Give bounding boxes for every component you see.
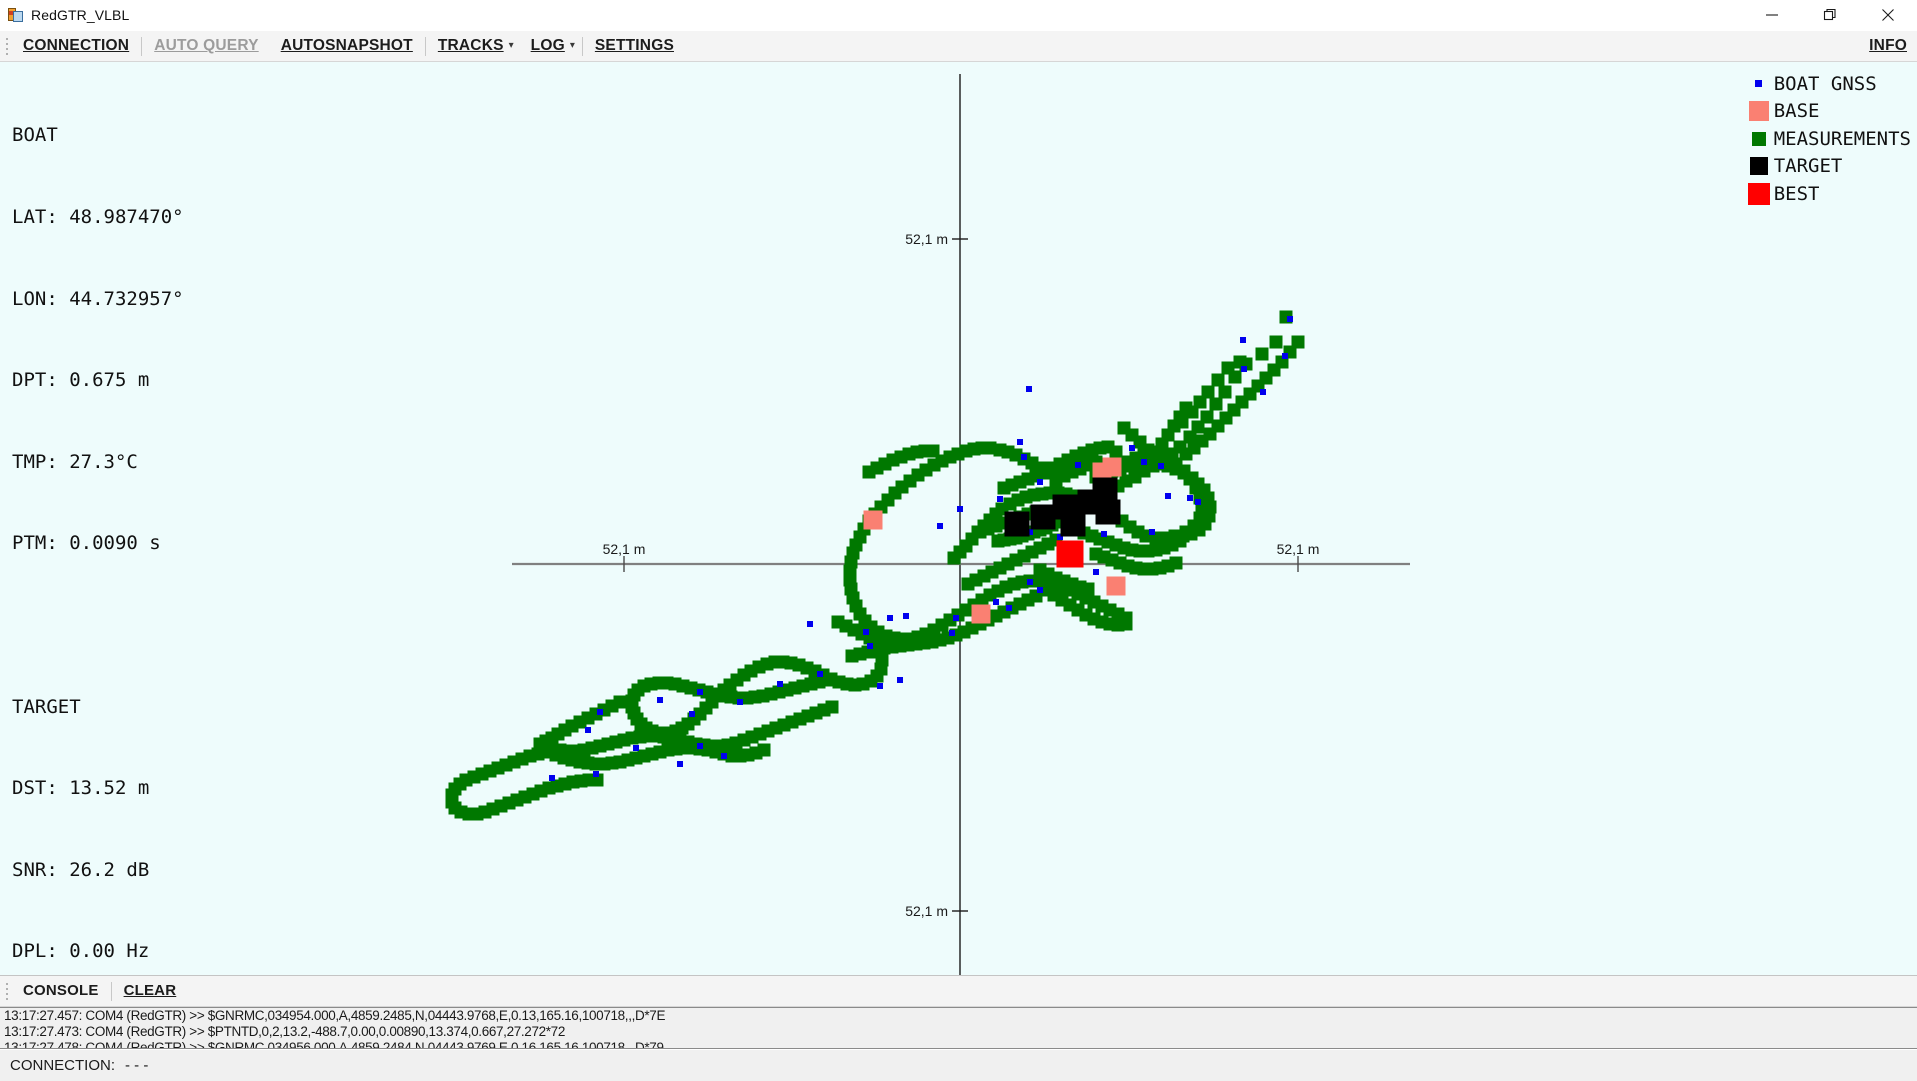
- console-grip-icon: [2, 976, 12, 1006]
- series-best: [1056, 540, 1084, 568]
- series-measurements: [445, 310, 1305, 821]
- legend-swatch-target: [1744, 157, 1774, 176]
- app-window: RedGTR_VLBL CONNECTION AUTO QUERY AUTOSN…: [0, 0, 1917, 1081]
- title-bar: RedGTR_VLBL: [0, 0, 1917, 31]
- menu-item-autosnapshot[interactable]: AUTOSNAPSHOT: [270, 31, 424, 61]
- menu-item-settings[interactable]: SETTINGS: [584, 31, 685, 61]
- legend-label-best: BEST: [1773, 182, 1820, 205]
- boat-ptm: PTM: 0.0090 s: [12, 532, 161, 555]
- app-icon: [8, 7, 24, 23]
- plot-legend: BOAT GNSS BASE MEASUREMENTS TARGET BEST: [1744, 70, 1911, 208]
- axis-tick-label: 52,1 m: [905, 903, 948, 919]
- legend-item-base: BASE: [1744, 98, 1911, 126]
- menu-bar: CONNECTION AUTO QUERY AUTOSNAPSHOT TRACK…: [0, 31, 1917, 62]
- menu-item-auto-query[interactable]: AUTO QUERY: [143, 31, 269, 61]
- boat-heading: BOAT: [12, 124, 58, 147]
- target-doppler: DPL: 0.00 Hz: [12, 940, 150, 963]
- series-boat-gnss: [549, 316, 1293, 781]
- menu-divider: [581, 36, 583, 56]
- telemetry-readout: BOAT LAT: 48.987470° LON: 44.732957° DPT…: [12, 68, 229, 975]
- console-divider: [110, 981, 112, 1001]
- connection-status-label: CONNECTION:: [10, 1057, 115, 1074]
- legend-swatch-base: [1744, 101, 1774, 122]
- legend-item-target: TARGET: [1744, 153, 1911, 181]
- chevron-down-icon[interactable]: ▾: [570, 31, 581, 61]
- vlbl-scatter-plot[interactable]: 52,1 m 52,1 m 52,1 m 52,1 m: [0, 62, 1917, 975]
- menu-item-info[interactable]: INFO: [1858, 31, 1917, 61]
- maximize-icon[interactable]: [1801, 0, 1859, 30]
- menu-grip-icon: [2, 31, 12, 61]
- menu-divider: [424, 36, 426, 56]
- axis-tick-label: 52,1 m: [905, 231, 948, 247]
- minimize-icon[interactable]: [1743, 0, 1801, 30]
- legend-label-measurements: MEASUREMENTS: [1773, 127, 1911, 150]
- legend-swatch-best: [1744, 182, 1774, 205]
- close-icon[interactable]: [1859, 0, 1917, 30]
- readout-spacer: [12, 612, 229, 639]
- menu-item-connection[interactable]: CONNECTION: [12, 31, 140, 61]
- boat-temp: TMP: 27.3°C: [12, 450, 138, 473]
- target-distance: DST: 13.52 m: [12, 777, 150, 800]
- window-title: RedGTR_VLBL: [31, 7, 130, 23]
- legend-swatch-boat-gnss: [1744, 80, 1774, 88]
- axis-tick-label: 52,1 m: [603, 541, 646, 557]
- legend-item-boat-gnss: BOAT GNSS: [1744, 70, 1911, 98]
- status-bar: CONNECTION: - - -: [0, 1049, 1917, 1081]
- legend-label-base: BASE: [1773, 100, 1820, 123]
- boat-depth: DPT: 0.675 m: [12, 369, 150, 392]
- clear-console-button[interactable]: CLEAR: [113, 976, 188, 1006]
- chevron-down-icon[interactable]: ▾: [509, 31, 520, 61]
- menu-divider: [141, 36, 143, 56]
- console-log[interactable]: 13:17:27.457: COM4 (RedGTR) >> $GNRMC,03…: [0, 1007, 1917, 1049]
- log-line: 13:17:27.478: COM4 (RedGTR) >> $GNRMC,03…: [4, 1040, 664, 1049]
- plot-area: BOAT LAT: 48.987470° LON: 44.732957° DPT…: [0, 62, 1917, 975]
- console-toolbar: CONSOLE CLEAR: [0, 975, 1917, 1007]
- legend-label-boat-gnss: BOAT GNSS: [1773, 72, 1877, 95]
- menu-item-tracks[interactable]: TRACKS: [427, 31, 515, 61]
- target-heading: TARGET: [12, 695, 81, 718]
- legend-item-measurements: MEASUREMENTS: [1744, 125, 1911, 153]
- log-line: 13:17:27.457: COM4 (RedGTR) >> $GNRMC,03…: [4, 1008, 666, 1023]
- log-line: 13:17:27.473: COM4 (RedGTR) >> $PTNTD,0,…: [4, 1024, 565, 1039]
- legend-item-best: BEST: [1744, 180, 1911, 208]
- menu-item-log[interactable]: LOG: [520, 31, 576, 61]
- axis-tick-label: 52,1 m: [1277, 541, 1320, 557]
- boat-lon: LON: 44.732957°: [12, 287, 184, 310]
- console-title: CONSOLE: [23, 982, 99, 999]
- window-controls: [1743, 0, 1917, 30]
- target-snr: SNR: 26.2 dB: [12, 858, 150, 881]
- legend-swatch-measurements: [1744, 131, 1774, 146]
- connection-status-value: - - -: [125, 1057, 149, 1074]
- legend-label-target: TARGET: [1773, 155, 1843, 178]
- boat-lat: LAT: 48.987470°: [12, 206, 184, 229]
